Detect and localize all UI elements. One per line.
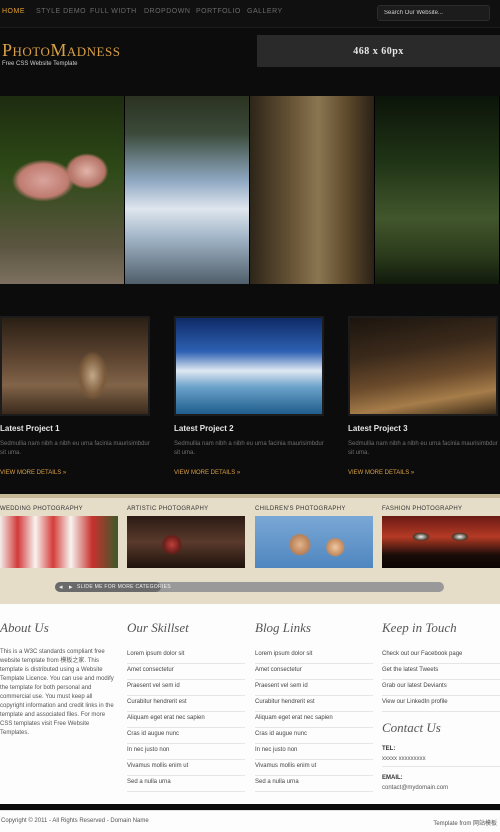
list-item[interactable]: Vivamus mollis enim ut [255, 760, 373, 776]
list-item[interactable]: In nec justo non [127, 744, 245, 760]
gallery-photo-stone-wall[interactable] [250, 96, 375, 284]
skillset-column: Our Skillset Lorem ipsum dolor sit Amet … [127, 620, 245, 792]
project-title: Latest Project 1 [0, 424, 60, 433]
list-item[interactable]: Praesent vel sem id [127, 680, 245, 696]
skillset-title: Our Skillset [127, 620, 189, 635]
project-card: Latest Project 1 Sedmullia nam nibh a ni… [0, 316, 150, 476]
nav-full-width[interactable]: FULL WIDTH [90, 8, 137, 15]
list-item[interactable]: In nec justo non [255, 744, 373, 760]
project-thumbnail[interactable] [174, 316, 324, 416]
arrow-right-icon[interactable]: ▸ [69, 583, 73, 591]
nav-dropdown[interactable]: DROPDOWN [144, 8, 190, 15]
project-text: Sedmullia nam nibh a nibh eu urna facini… [348, 441, 498, 456]
list-item[interactable]: Curabitur hendrerit est [255, 696, 373, 712]
category-label: ARTISTIC PHOTOGRAPHY [127, 506, 209, 512]
list-item[interactable]: Curabitur hendrerit est [127, 696, 245, 712]
latest-projects: Latest Project 1 Sedmullia nam nibh a ni… [0, 300, 500, 490]
tel-value: xxxxx xxxxxxxxx [382, 756, 426, 762]
template-credit[interactable]: Template from 网站模板 [433, 818, 497, 827]
list-item[interactable]: Praesent vel sem id [255, 680, 373, 696]
list-item[interactable]: Grab our latest Deviants [382, 680, 500, 696]
top-nav: HOME STYLE DEMO FULL WIDTH DROPDOWN PORT… [0, 0, 500, 28]
category-image[interactable] [255, 516, 373, 568]
category-image[interactable] [0, 516, 118, 568]
list-item[interactable]: Sed a nulla urna [127, 776, 245, 792]
category-carousel: WEDDING PHOTOGRAPHY ARTISTIC PHOTOGRAPHY… [0, 494, 500, 604]
list-item[interactable]: Get the latest Tweets [382, 664, 500, 680]
tel-label: TEL: [382, 746, 396, 752]
nav-home[interactable]: HOME [2, 8, 25, 15]
category-image[interactable] [382, 516, 500, 568]
arrow-left-icon[interactable]: ◂ [59, 583, 63, 591]
gallery-photo-forest[interactable] [375, 96, 500, 284]
project-thumbnail[interactable] [0, 316, 150, 416]
category-label: CHILDREN'S PHOTOGRAPHY [255, 506, 346, 512]
nav-style-demo[interactable]: STYLE DEMO [36, 8, 86, 15]
project-title: Latest Project 2 [174, 424, 234, 433]
skillset-list: Lorem ipsum dolor sit Amet consectetur P… [127, 648, 245, 792]
email-value[interactable]: contact@mydomain.com [382, 785, 500, 791]
list-item[interactable]: Sed a nulla urna [255, 776, 373, 792]
category-card[interactable]: FASHION PHOTOGRAPHY [382, 506, 500, 568]
contact-details: TEL: xxxxx xxxxxxxxx EMAIL: contact@mydo… [382, 746, 500, 791]
project-card: Latest Project 2 Sedmullia nam nibh a ni… [174, 316, 324, 476]
view-more-link[interactable]: VIEW MORE DETAILS » [174, 470, 324, 476]
touch-column: Keep in Touch Check out our Facebook pag… [382, 620, 500, 791]
list-item[interactable]: Aliquam eget erat nec sapien [255, 712, 373, 728]
about-text: This is a W3C standards compliant free w… [0, 649, 114, 736]
project-title: Latest Project 3 [348, 424, 408, 433]
featured-gallery [0, 96, 500, 284]
list-item[interactable]: Amet consectetur [127, 664, 245, 680]
footer: About Us This is a W3C standards complia… [0, 604, 500, 804]
view-more-link[interactable]: VIEW MORE DETAILS » [0, 470, 150, 476]
list-item[interactable]: Vivamus mollis enim ut [127, 760, 245, 776]
list-item[interactable]: Aliquam eget erat nec sapien [127, 712, 245, 728]
project-thumbnail[interactable] [348, 316, 498, 416]
site-logo[interactable]: PhotoMadness [2, 40, 120, 61]
list-item[interactable]: View our LinkedIn profile [382, 696, 500, 712]
nav-portfolio[interactable]: PORTFOLIO [196, 8, 241, 15]
nav-gallery[interactable]: GALLERY [247, 8, 283, 15]
touch-list: Check out our Facebook page Get the late… [382, 648, 500, 712]
list-item[interactable]: Lorem ipsum dolor sit [127, 648, 245, 664]
category-scrollbar[interactable]: ◂ ▸ SLIDE ME FOR MORE CATEGORIES [55, 582, 444, 592]
project-card: Latest Project 3 Sedmullia nam nibh a ni… [348, 316, 498, 476]
gallery-photo-lake[interactable] [125, 96, 250, 284]
blog-column: Blog Links Lorem ipsum dolor sit Amet co… [255, 620, 373, 792]
list-item[interactable]: Amet consectetur [255, 664, 373, 680]
category-card[interactable]: WEDDING PHOTOGRAPHY [0, 506, 118, 568]
blog-title: Blog Links [255, 620, 311, 635]
copyright-text: Copyright © 2011 - All Rights Reserved -… [1, 818, 149, 824]
email-label: EMAIL: [382, 775, 403, 781]
about-column: About Us This is a W3C standards complia… [0, 620, 118, 738]
project-text: Sedmullia nam nibh a nibh eu urna facini… [0, 441, 150, 456]
list-item[interactable]: Check out our Facebook page [382, 648, 500, 664]
category-label: WEDDING PHOTOGRAPHY [0, 506, 83, 512]
bottom-bar: Copyright © 2011 - All Rights Reserved -… [0, 810, 500, 832]
category-card[interactable]: CHILDREN'S PHOTOGRAPHY [255, 506, 373, 568]
search-input[interactable] [377, 5, 490, 21]
project-text: Sedmullia nam nibh a nibh eu urna facini… [174, 441, 324, 456]
site-header: PhotoMadness Free CSS Website Template 4… [0, 28, 500, 88]
category-image[interactable] [127, 516, 245, 568]
list-item[interactable]: Lorem ipsum dolor sit [255, 648, 373, 664]
contact-block: Contact Us TEL: xxxxx xxxxxxxxx EMAIL: c… [382, 720, 500, 791]
view-more-link[interactable]: VIEW MORE DETAILS » [348, 470, 498, 476]
gallery-photo-flamingos[interactable] [0, 96, 125, 284]
contact-title: Contact Us [382, 720, 441, 735]
blog-list: Lorem ipsum dolor sit Amet consectetur P… [255, 648, 373, 792]
list-item[interactable]: Cras id augue nunc [255, 728, 373, 744]
touch-title: Keep in Touch [382, 620, 457, 635]
list-item[interactable]: Cras id augue nunc [127, 728, 245, 744]
site-tagline: Free CSS Website Template [2, 61, 78, 67]
about-title: About Us [0, 620, 49, 635]
category-label: FASHION PHOTOGRAPHY [382, 506, 463, 512]
ad-banner[interactable]: 468 x 60px [257, 35, 500, 67]
slider-hint: SLIDE ME FOR MORE CATEGORIES [77, 584, 171, 590]
category-card[interactable]: ARTISTIC PHOTOGRAPHY [127, 506, 245, 568]
